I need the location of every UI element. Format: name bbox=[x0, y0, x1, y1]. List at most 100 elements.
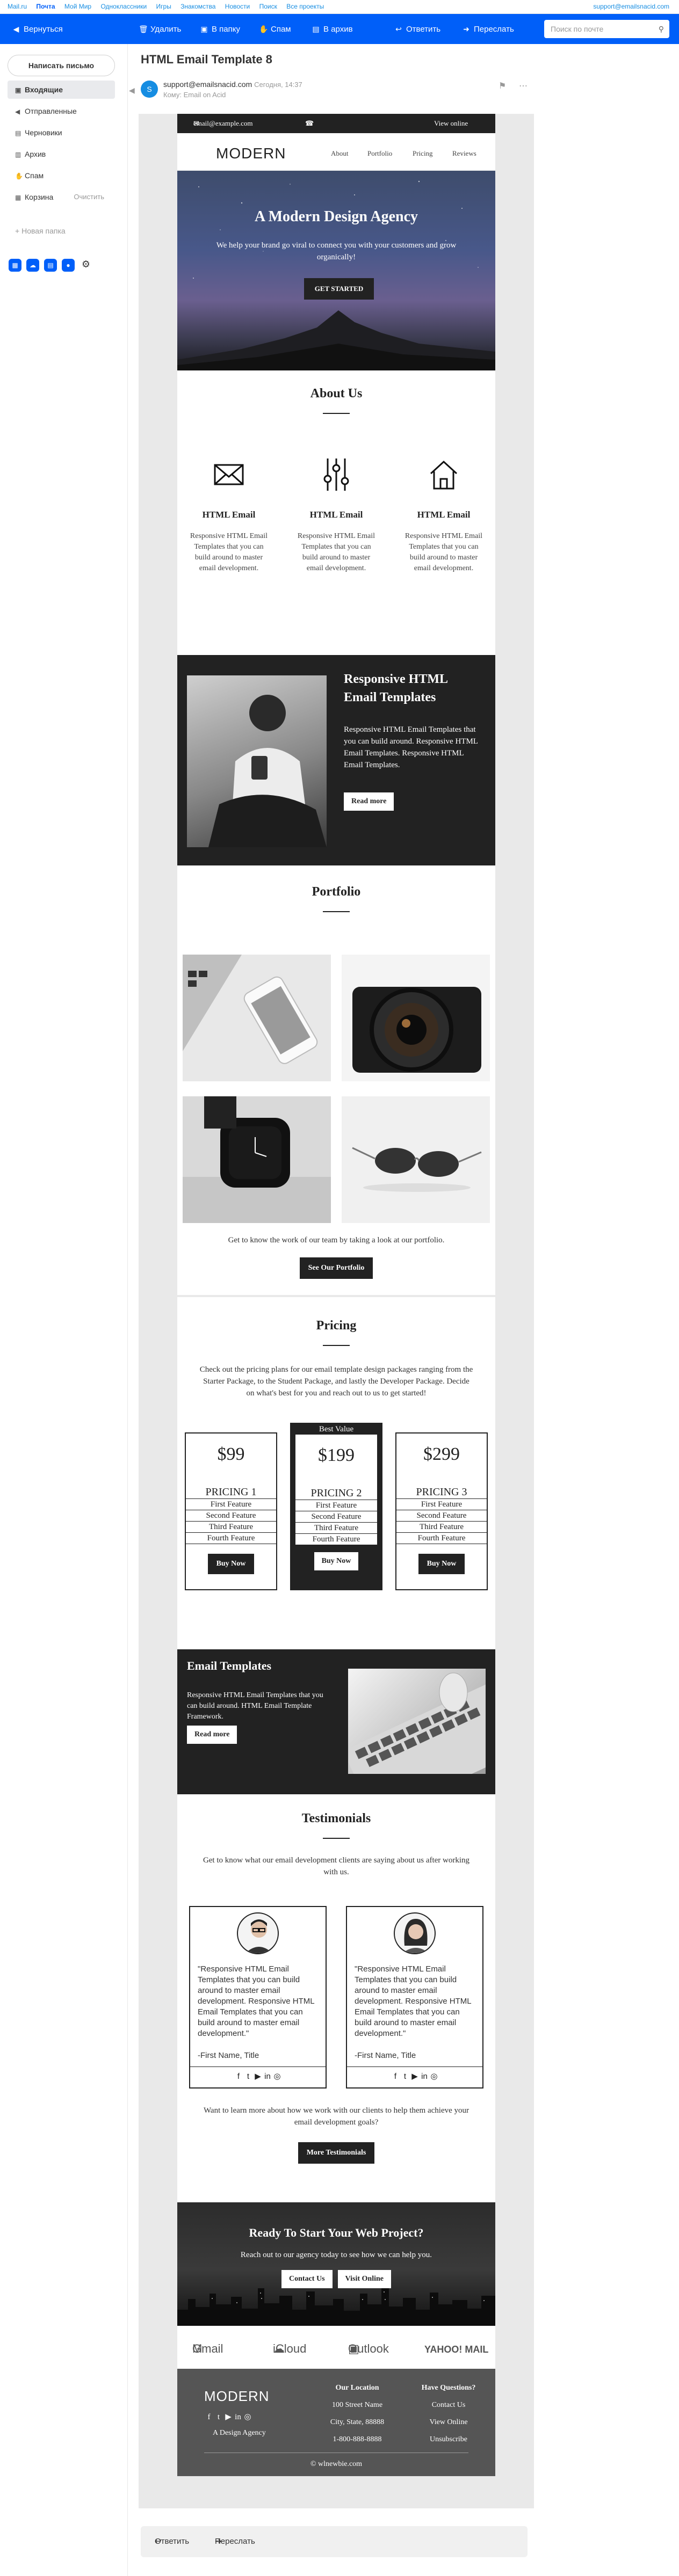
envelope-icon bbox=[214, 464, 244, 485]
portal-link[interactable]: Поиск bbox=[259, 0, 277, 13]
move-to-folder-button[interactable]: ▣ В папку bbox=[200, 14, 240, 44]
plan-name: PRICING 3 bbox=[416, 1486, 467, 1498]
sender-address[interactable]: support@emailsnacid.com bbox=[163, 80, 252, 89]
settings-gear-icon[interactable]: ⚙ bbox=[80, 258, 92, 271]
message-date: Сегодня, 14:37 bbox=[254, 81, 302, 89]
footer-questions: Have Questions? Contact Us View Online U… bbox=[414, 2379, 483, 2448]
buy-now-button[interactable]: Buy Now bbox=[418, 1554, 465, 1574]
collapse-arrow-icon[interactable]: ◀ bbox=[129, 86, 135, 95]
buy-now-button[interactable]: Buy Now bbox=[314, 1552, 359, 1570]
search-icon[interactable]: ⚲ bbox=[659, 20, 664, 38]
bookmark-icon[interactable]: ⚑ bbox=[499, 81, 506, 91]
service-item: HTML Email Responsive HTML Email Templat… bbox=[293, 459, 379, 574]
service-item: HTML Email Responsive HTML Email Templat… bbox=[186, 459, 272, 574]
contacts-app-icon[interactable]: ● bbox=[62, 259, 75, 272]
portfolio-text: Get to know the work of our team by taki… bbox=[228, 1236, 445, 1245]
linkedin-icon[interactable]: in bbox=[233, 2413, 243, 2422]
twitter-icon[interactable]: t bbox=[400, 2072, 410, 2081]
feature-text: Responsive HTML Email Templates that you… bbox=[344, 725, 478, 769]
pricing-divider bbox=[323, 1345, 350, 1346]
portal-link[interactable]: Игры bbox=[156, 0, 171, 13]
reply-button[interactable]: ↩ Ответить bbox=[394, 14, 440, 44]
testimonial-card: "Responsive HTML Email Templates that yo… bbox=[189, 1906, 327, 2089]
pricing-text: Check out the pricing plans for our emai… bbox=[199, 1365, 473, 1398]
linkedin-icon[interactable]: in bbox=[420, 2072, 429, 2081]
about-title: About Us bbox=[310, 387, 363, 401]
portfolio-image-camera[interactable] bbox=[342, 955, 490, 1081]
portfolio-image-phone[interactable] bbox=[183, 955, 331, 1081]
spam-button[interactable]: ✋ Спам bbox=[259, 14, 291, 44]
folder-trash[interactable]: ▦ Корзина Очистить bbox=[8, 188, 115, 206]
twitter-icon[interactable]: t bbox=[243, 2072, 253, 2081]
search-input[interactable]: Поиск по почте ⚲ bbox=[544, 20, 669, 38]
folder-inbox[interactable]: ▣ Входящие bbox=[8, 81, 115, 99]
templates-read-more-button[interactable]: Read more bbox=[187, 1726, 237, 1744]
folder-sent[interactable]: ◀ Отправленные bbox=[8, 102, 115, 120]
email-templates-section: Email Templates Responsive HTML Email Te… bbox=[177, 1649, 495, 1794]
portal-link[interactable]: Одноклассники bbox=[100, 0, 147, 13]
instagram-icon[interactable]: ◎ bbox=[272, 2071, 282, 2081]
testimonials-section: Testimonials Get to know what our email … bbox=[177, 1794, 495, 2202]
youtube-icon[interactable]: ▶ bbox=[253, 2071, 263, 2081]
contact-us-button[interactable]: Contact Us bbox=[281, 2270, 333, 2288]
mail-toolbar: ◀ Вернуться 🗑 Удалить ▣ В папку ✋ Спам ▤ В ар… bbox=[0, 14, 679, 44]
portal-link[interactable]: Новости bbox=[225, 0, 250, 13]
twitter-icon[interactable]: t bbox=[214, 2413, 223, 2422]
instagram-icon[interactable]: ◎ bbox=[243, 2412, 252, 2422]
view-online-link[interactable]: View online bbox=[434, 114, 468, 133]
portal-link[interactable]: Все проекты bbox=[286, 0, 324, 13]
folder-spam[interactable]: ✋ Спам bbox=[8, 166, 115, 185]
laptop-phone-image bbox=[183, 955, 318, 1064]
footer-view-online-link[interactable]: View Online bbox=[414, 2414, 483, 2431]
new-folder-button[interactable]: + Новая папка bbox=[15, 227, 66, 235]
portal-link[interactable]: Mail.ru bbox=[8, 0, 27, 13]
testimonial-quote: "Responsive HTML Email Templates that yo… bbox=[355, 1964, 472, 2038]
more-options-icon[interactable]: ⋯ bbox=[519, 81, 528, 91]
portal-link-mail[interactable]: Почта bbox=[36, 0, 55, 13]
facebook-icon[interactable]: f bbox=[391, 2072, 400, 2081]
account-menu[interactable]: support@emailsnacid.com bbox=[593, 0, 669, 13]
buy-now-button[interactable]: Buy Now bbox=[207, 1554, 255, 1574]
archive-button[interactable]: ▤ В архив bbox=[312, 14, 352, 44]
footer-contact-link[interactable]: Contact Us bbox=[414, 2397, 483, 2414]
more-testimonials-button[interactable]: More Testimonials bbox=[298, 2142, 375, 2164]
tasks-app-icon[interactable]: ▤ bbox=[44, 259, 57, 272]
back-button[interactable]: ◀ Вернуться bbox=[12, 14, 63, 44]
instagram-icon[interactable]: ◎ bbox=[429, 2071, 439, 2081]
plan-feature: Third Feature bbox=[295, 1522, 377, 1533]
cloud-app-icon[interactable]: ☁ bbox=[26, 259, 39, 272]
get-started-button[interactable]: GET STARTED bbox=[304, 278, 374, 300]
templates-text: Responsive HTML Email Templates that you… bbox=[187, 1691, 323, 1721]
menu-link-pricing[interactable]: Pricing bbox=[413, 149, 433, 158]
footer-unsubscribe-link[interactable]: Unsubscribe bbox=[414, 2431, 483, 2448]
folder-archive[interactable]: ▥ Архив bbox=[8, 145, 115, 163]
youtube-icon[interactable]: ▶ bbox=[410, 2071, 420, 2081]
linkedin-icon[interactable]: in bbox=[263, 2072, 272, 2081]
portal-link[interactable]: Знакомства bbox=[180, 0, 215, 13]
calendar-app-icon[interactable]: ▦ bbox=[9, 259, 21, 272]
archive-icon: ▤ bbox=[312, 25, 320, 33]
plan-feature: Fourth Feature bbox=[186, 1532, 276, 1544]
portfolio-image-watch[interactable] bbox=[183, 1096, 331, 1223]
portfolio-image-sunglasses[interactable] bbox=[342, 1096, 490, 1223]
mountain-silhouette bbox=[177, 310, 495, 370]
forward-button[interactable]: ➜ Переслать bbox=[462, 14, 514, 44]
menu-link-portfolio[interactable]: Portfolio bbox=[367, 149, 392, 158]
feature-read-more-button[interactable]: Read more bbox=[344, 792, 394, 811]
empty-trash-link[interactable]: Очистить bbox=[74, 188, 104, 206]
menu-link-about[interactable]: About bbox=[331, 149, 349, 158]
portal-link[interactable]: Мой Мир bbox=[64, 0, 91, 13]
plan-feature: First Feature bbox=[396, 1498, 487, 1510]
pricing-card-2: Best Value $199 PRICING 2 First Feature … bbox=[290, 1423, 382, 1590]
hero-section: A Modern Design Agency We help your bran… bbox=[177, 171, 495, 370]
youtube-icon[interactable]: ▶ bbox=[223, 2412, 233, 2422]
visit-online-button[interactable]: Visit Online bbox=[337, 2270, 391, 2288]
facebook-icon[interactable]: f bbox=[234, 2072, 243, 2081]
folder-drafts[interactable]: ▤ Черновики bbox=[8, 123, 115, 142]
testimonial-author: -First Name, Title bbox=[355, 2051, 416, 2060]
menu-link-reviews[interactable]: Reviews bbox=[452, 149, 476, 158]
delete-button[interactable]: 🗑 Удалить bbox=[139, 14, 181, 44]
compose-button[interactable]: Написать письмо bbox=[8, 55, 115, 76]
see-portfolio-button[interactable]: See Our Portfolio bbox=[299, 1257, 373, 1279]
facebook-icon[interactable]: f bbox=[204, 2413, 214, 2422]
